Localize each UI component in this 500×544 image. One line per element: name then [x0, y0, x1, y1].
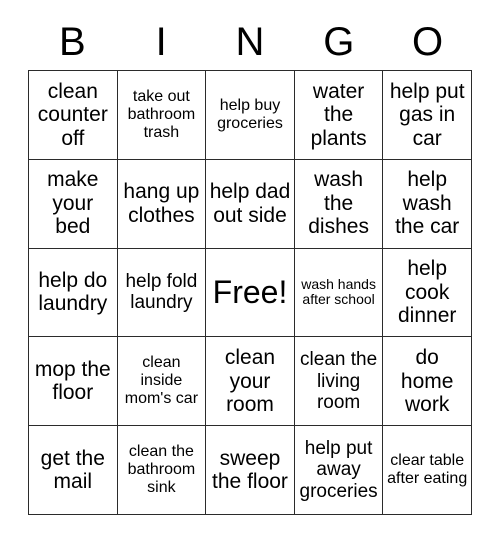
bingo-cell-label: clear table after eating [387, 452, 468, 488]
bingo-cell[interactable]: water the plants [294, 71, 384, 160]
bingo-cell-label: clean the bathroom sink [127, 443, 196, 497]
bingo-cell-label: wash hands after school [301, 275, 376, 308]
bingo-cell[interactable]: make your bed [29, 159, 118, 249]
bingo-cell-label: help wash the car [395, 168, 460, 239]
bingo-cell[interactable]: get the mail [29, 426, 118, 515]
bingo-cell[interactable]: mop the floor [29, 337, 118, 427]
bingo-header: B I N G O [28, 14, 472, 70]
bingo-cell-label: help fold laundry [125, 271, 198, 314]
bingo-cell[interactable]: take out bathroom trash [117, 71, 207, 160]
bingo-cell-label: help put away groceries [299, 438, 378, 502]
bingo-cell-label: sweep the floor [212, 446, 288, 494]
bingo-cell[interactable]: help buy groceries [206, 71, 295, 160]
bingo-cell[interactable]: clean the living room [294, 337, 384, 427]
bingo-cell-label: help cook dinner [397, 257, 457, 328]
header-letter-o: O [412, 20, 444, 64]
bingo-cell[interactable]: hang up clothes [117, 159, 207, 249]
bingo-cell-label: do home work [400, 346, 454, 417]
bingo-cell[interactable]: help wash the car [383, 159, 472, 249]
bingo-cell[interactable]: clear table after eating [383, 426, 472, 515]
bingo-cell-label: help put gas in car [389, 79, 465, 150]
bingo-cell[interactable]: clean the bathroom sink [117, 426, 207, 515]
bingo-cell-label: clean the living room [300, 349, 378, 413]
bingo-cell-label: mop the floor [34, 357, 111, 405]
bingo-cell[interactable]: help cook dinner [383, 248, 472, 338]
bingo-cell[interactable]: clean counter off [29, 71, 118, 160]
bingo-cell[interactable]: wash the dishes [294, 159, 384, 249]
header-letter-i: I [155, 20, 167, 64]
bingo-cell[interactable]: clean your room [206, 337, 295, 427]
bingo-cell[interactable]: help put gas in car [383, 71, 472, 160]
bingo-cell-label: hang up clothes [123, 180, 200, 227]
header-letter-b: B [59, 20, 86, 64]
bingo-cell[interactable]: help fold laundry [117, 248, 207, 338]
header-letter-g: G [323, 20, 355, 64]
bingo-cell[interactable]: help dad out side [206, 159, 295, 249]
bingo-cell[interactable]: clean inside mom's car [117, 337, 207, 427]
bingo-free-space[interactable]: Free! [206, 248, 295, 338]
bingo-grid: clean counter off take out bathroom tras… [28, 70, 472, 515]
bingo-cell-label: help do laundry [38, 268, 108, 316]
bingo-cell-label: water the plants [310, 79, 367, 150]
bingo-cell[interactable]: do home work [383, 337, 472, 427]
bingo-cell-label: help buy groceries [217, 96, 283, 132]
bingo-cell-label: make your bed [47, 168, 99, 239]
bingo-cell-label: clean your room [224, 346, 276, 417]
bingo-cell-label: wash the dishes [308, 168, 369, 239]
bingo-cell-label: help dad out side [209, 180, 291, 227]
bingo-cell-label: clean inside mom's car [124, 354, 199, 408]
bingo-cell[interactable]: wash hands after school [294, 248, 384, 338]
bingo-card: B I N G O clean counter off take out bat… [0, 0, 500, 544]
bingo-free-space-label: Free! [212, 273, 288, 310]
bingo-cell-label: take out bathroom trash [127, 88, 196, 141]
bingo-cell-label: get the mail [40, 446, 105, 494]
header-letter-n: N [235, 20, 265, 64]
bingo-cell[interactable]: help do laundry [29, 248, 118, 338]
bingo-cell[interactable]: help put away groceries [294, 426, 384, 515]
bingo-cell[interactable]: sweep the floor [206, 426, 295, 515]
bingo-cell-label: clean counter off [37, 79, 108, 150]
